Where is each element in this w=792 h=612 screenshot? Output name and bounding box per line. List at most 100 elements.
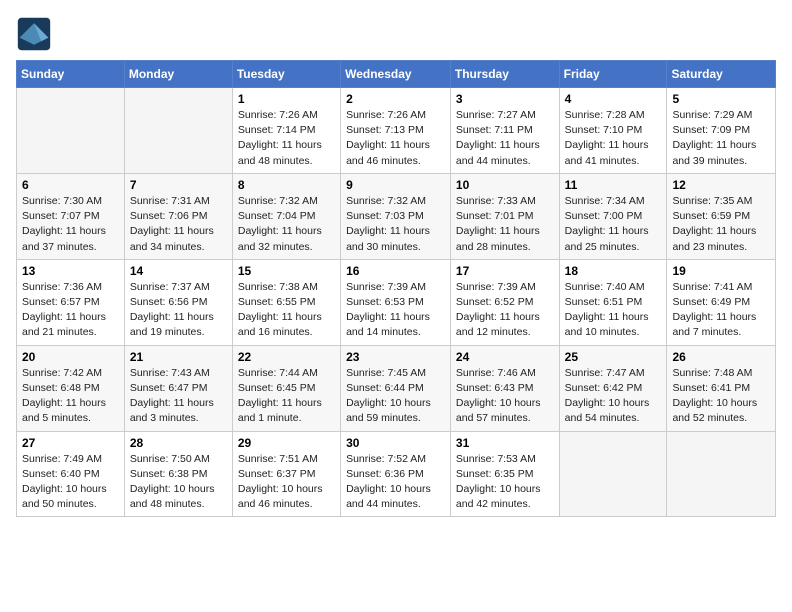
col-header-sunday: Sunday [17, 61, 125, 88]
calendar-cell [17, 88, 125, 174]
week-row-4: 20Sunrise: 7:42 AM Sunset: 6:48 PM Dayli… [17, 345, 776, 431]
calendar-cell: 10 Sunrise: 7:33 AM Sunset: 7:01 PM Dayli… [450, 173, 559, 259]
day-detail: Sunrise: 7:44 AM Sunset: 6:45 PM Dayligh… [238, 366, 335, 427]
col-header-saturday: Saturday [667, 61, 776, 88]
calendar-cell: 13 Sunrise: 7:36 AM Sunset: 6:57 PM Dayli… [17, 259, 125, 345]
day-detail: Sunrise: 7:53 AM Sunset: 6:35 PM Dayligh… [456, 452, 554, 513]
day-number: 18 [565, 264, 662, 278]
day-number: 4 [565, 92, 662, 106]
week-row-1: 1Sunrise: 7:26 AM Sunset: 7:14 PM Daylig… [17, 88, 776, 174]
calendar-cell: 4 Sunrise: 7:28 AM Sunset: 7:10 PM Daylig… [559, 88, 667, 174]
day-detail: Sunrise: 7:38 AM Sunset: 6:55 PM Dayligh… [238, 280, 335, 341]
calendar-cell: 12 Sunrise: 7:35 AM Sunset: 6:59 PM Dayli… [667, 173, 776, 259]
day-number: 5 [672, 92, 770, 106]
day-detail: Sunrise: 7:39 AM Sunset: 6:52 PM Dayligh… [456, 280, 554, 341]
calendar-cell: 14 Sunrise: 7:37 AM Sunset: 6:56 PM Dayli… [124, 259, 232, 345]
logo [16, 16, 56, 52]
week-row-2: 6 Sunrise: 7:30 AM Sunset: 7:07 PM Daylig… [17, 173, 776, 259]
day-number: 27 [22, 436, 119, 450]
day-detail: Sunrise: 7:52 AM Sunset: 6:36 PM Dayligh… [346, 452, 445, 513]
calendar-cell: 2 Sunrise: 7:26 AM Sunset: 7:13 PM Daylig… [341, 88, 451, 174]
day-number: 17 [456, 264, 554, 278]
day-number: 19 [672, 264, 770, 278]
day-number: 2 [346, 92, 445, 106]
header-row: SundayMondayTuesdayWednesdayThursdayFrid… [17, 61, 776, 88]
day-number: 31 [456, 436, 554, 450]
day-number: 15 [238, 264, 335, 278]
day-number: 3 [456, 92, 554, 106]
day-number: 8 [238, 178, 335, 192]
day-detail: Sunrise: 7:35 AM Sunset: 6:59 PM Dayligh… [672, 194, 770, 255]
calendar-cell: 5 Sunrise: 7:29 AM Sunset: 7:09 PM Daylig… [667, 88, 776, 174]
calendar-cell: 1Sunrise: 7:26 AM Sunset: 7:14 PM Daylig… [232, 88, 340, 174]
calendar-table: SundayMondayTuesdayWednesdayThursdayFrid… [16, 60, 776, 517]
calendar-cell: 22 Sunrise: 7:44 AM Sunset: 6:45 PM Dayli… [232, 345, 340, 431]
day-detail: Sunrise: 7:40 AM Sunset: 6:51 PM Dayligh… [565, 280, 662, 341]
day-detail: Sunrise: 7:34 AM Sunset: 7:00 PM Dayligh… [565, 194, 662, 255]
day-number: 13 [22, 264, 119, 278]
col-header-monday: Monday [124, 61, 232, 88]
calendar-cell: 29 Sunrise: 7:51 AM Sunset: 6:37 PM Dayli… [232, 431, 340, 517]
day-detail: Sunrise: 7:32 AM Sunset: 7:04 PM Dayligh… [238, 194, 335, 255]
calendar-cell: 6 Sunrise: 7:30 AM Sunset: 7:07 PM Daylig… [17, 173, 125, 259]
day-detail: Sunrise: 7:42 AM Sunset: 6:48 PM Dayligh… [22, 366, 119, 427]
day-number: 28 [130, 436, 227, 450]
calendar-cell: 19 Sunrise: 7:41 AM Sunset: 6:49 PM Dayli… [667, 259, 776, 345]
calendar-cell: 23 Sunrise: 7:45 AM Sunset: 6:44 PM Dayli… [341, 345, 451, 431]
day-number: 30 [346, 436, 445, 450]
day-detail: Sunrise: 7:29 AM Sunset: 7:09 PM Dayligh… [672, 108, 770, 169]
calendar-cell: 26 Sunrise: 7:48 AM Sunset: 6:41 PM Dayli… [667, 345, 776, 431]
day-detail: Sunrise: 7:37 AM Sunset: 6:56 PM Dayligh… [130, 280, 227, 341]
col-header-tuesday: Tuesday [232, 61, 340, 88]
calendar-cell: 7Sunrise: 7:31 AM Sunset: 7:06 PM Daylig… [124, 173, 232, 259]
calendar-cell [124, 88, 232, 174]
day-detail: Sunrise: 7:26 AM Sunset: 7:13 PM Dayligh… [346, 108, 445, 169]
day-number: 26 [672, 350, 770, 364]
calendar-cell: 3 Sunrise: 7:27 AM Sunset: 7:11 PM Daylig… [450, 88, 559, 174]
page-header [16, 16, 776, 52]
day-detail: Sunrise: 7:39 AM Sunset: 6:53 PM Dayligh… [346, 280, 445, 341]
day-detail: Sunrise: 7:27 AM Sunset: 7:11 PM Dayligh… [456, 108, 554, 169]
week-row-3: 13 Sunrise: 7:36 AM Sunset: 6:57 PM Dayli… [17, 259, 776, 345]
calendar-cell: 18 Sunrise: 7:40 AM Sunset: 6:51 PM Dayli… [559, 259, 667, 345]
day-detail: Sunrise: 7:41 AM Sunset: 6:49 PM Dayligh… [672, 280, 770, 341]
day-detail: Sunrise: 7:36 AM Sunset: 6:57 PM Dayligh… [22, 280, 119, 341]
day-detail: Sunrise: 7:32 AM Sunset: 7:03 PM Dayligh… [346, 194, 445, 255]
day-detail: Sunrise: 7:48 AM Sunset: 6:41 PM Dayligh… [672, 366, 770, 427]
col-header-friday: Friday [559, 61, 667, 88]
day-number: 22 [238, 350, 335, 364]
day-number: 9 [346, 178, 445, 192]
day-number: 24 [456, 350, 554, 364]
col-header-thursday: Thursday [450, 61, 559, 88]
calendar-cell [667, 431, 776, 517]
day-number: 14 [130, 264, 227, 278]
col-header-wednesday: Wednesday [341, 61, 451, 88]
day-number: 23 [346, 350, 445, 364]
day-number: 7 [130, 178, 227, 192]
day-number: 11 [565, 178, 662, 192]
calendar-cell: 30 Sunrise: 7:52 AM Sunset: 6:36 PM Dayli… [341, 431, 451, 517]
day-detail: Sunrise: 7:28 AM Sunset: 7:10 PM Dayligh… [565, 108, 662, 169]
calendar-cell: 8 Sunrise: 7:32 AM Sunset: 7:04 PM Daylig… [232, 173, 340, 259]
calendar-cell: 16 Sunrise: 7:39 AM Sunset: 6:53 PM Dayli… [341, 259, 451, 345]
calendar-cell: 31 Sunrise: 7:53 AM Sunset: 6:35 PM Dayli… [450, 431, 559, 517]
day-detail: Sunrise: 7:30 AM Sunset: 7:07 PM Dayligh… [22, 194, 119, 255]
calendar-cell: 28 Sunrise: 7:50 AM Sunset: 6:38 PM Dayli… [124, 431, 232, 517]
day-number: 12 [672, 178, 770, 192]
day-detail: Sunrise: 7:45 AM Sunset: 6:44 PM Dayligh… [346, 366, 445, 427]
day-detail: Sunrise: 7:33 AM Sunset: 7:01 PM Dayligh… [456, 194, 554, 255]
day-number: 29 [238, 436, 335, 450]
calendar-cell: 27Sunrise: 7:49 AM Sunset: 6:40 PM Dayli… [17, 431, 125, 517]
day-detail: Sunrise: 7:50 AM Sunset: 6:38 PM Dayligh… [130, 452, 227, 513]
logo-icon [16, 16, 52, 52]
day-number: 21 [130, 350, 227, 364]
calendar-cell: 15 Sunrise: 7:38 AM Sunset: 6:55 PM Dayli… [232, 259, 340, 345]
week-row-5: 27Sunrise: 7:49 AM Sunset: 6:40 PM Dayli… [17, 431, 776, 517]
day-number: 6 [22, 178, 119, 192]
calendar-cell: 25Sunrise: 7:47 AM Sunset: 6:42 PM Dayli… [559, 345, 667, 431]
day-number: 16 [346, 264, 445, 278]
day-number: 10 [456, 178, 554, 192]
day-number: 1 [238, 92, 335, 106]
day-detail: Sunrise: 7:51 AM Sunset: 6:37 PM Dayligh… [238, 452, 335, 513]
calendar-cell: 21Sunrise: 7:43 AM Sunset: 6:47 PM Dayli… [124, 345, 232, 431]
